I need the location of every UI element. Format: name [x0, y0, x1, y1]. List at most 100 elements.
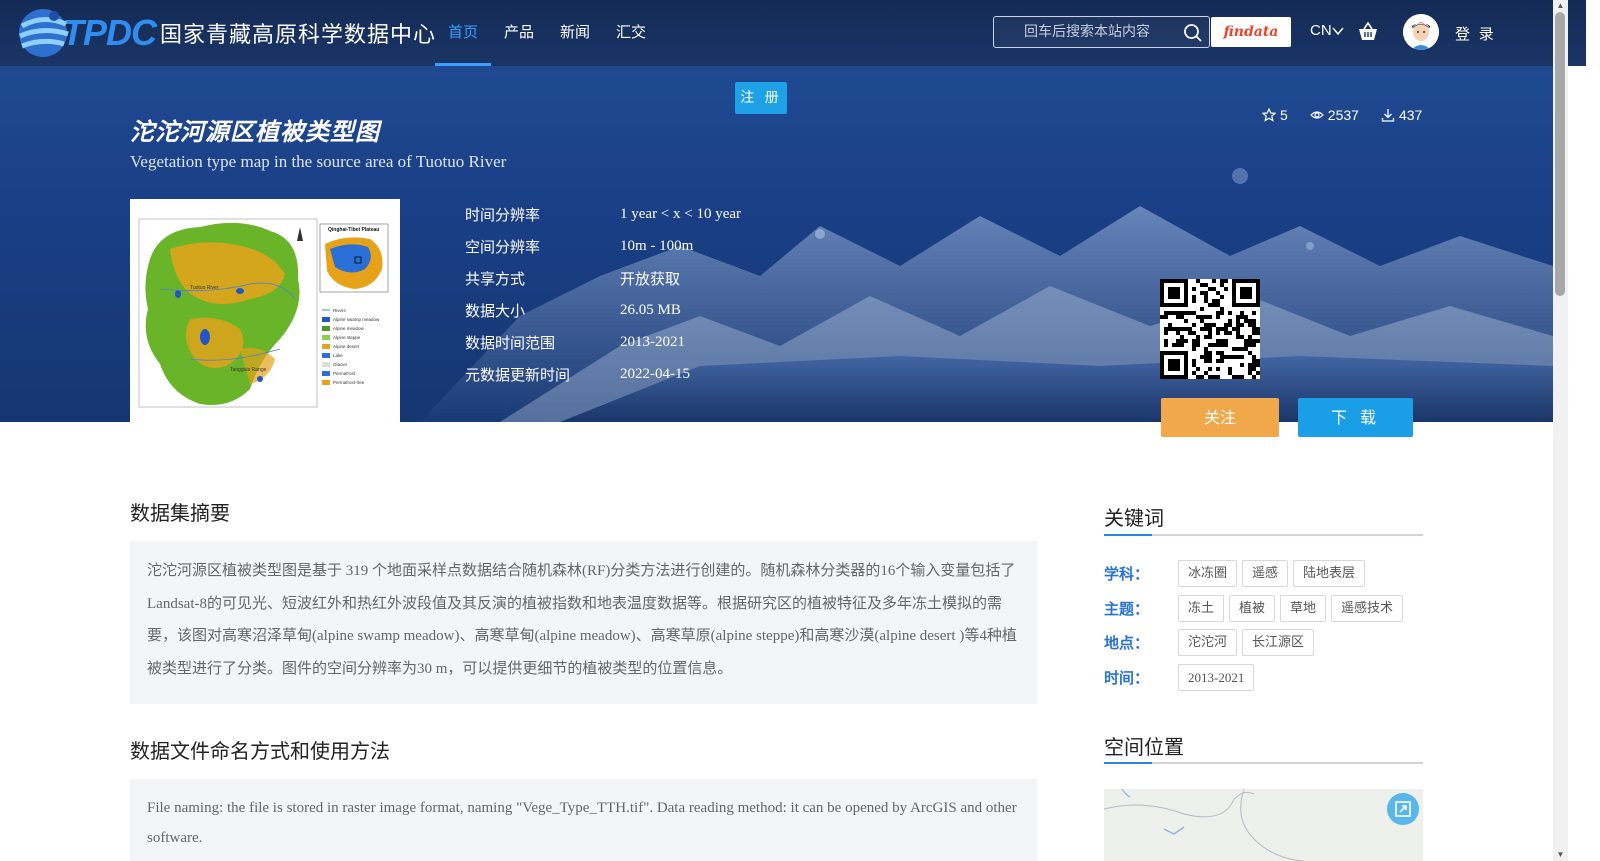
keyword-tags: 2013-2021	[1178, 664, 1255, 691]
keyword-tag[interactable]: 冰冻圈	[1178, 560, 1238, 587]
spatial-heading-text: 空间位置	[1104, 735, 1184, 759]
keyword-tags: 冻土 植被 草地 遥感技术	[1178, 595, 1404, 622]
scroll-up-arrow[interactable]: ▲	[1553, 0, 1568, 12]
main-nav: 首页 产品 新闻 汇交	[435, 0, 659, 66]
view-count-value: 2537	[1327, 107, 1359, 123]
legend-steppe: Alpine steppe	[333, 335, 361, 340]
download-count: 437	[1381, 107, 1422, 123]
nav-submit[interactable]: 汇交	[603, 0, 659, 66]
nav-news[interactable]: 新闻	[547, 0, 603, 66]
language-label: CN	[1310, 22, 1332, 39]
meta-value: 开放获取	[620, 271, 681, 288]
keyword-tag[interactable]: 草地	[1280, 595, 1327, 622]
download-icon	[1381, 109, 1395, 122]
heading-divider	[1104, 534, 1423, 536]
keyword-tag[interactable]: 沱沱河	[1178, 629, 1238, 656]
expand-map-button[interactable]	[1387, 793, 1419, 825]
meta-key: 时间分辨率	[465, 205, 541, 224]
follow-button[interactable]: 关注	[1161, 398, 1279, 437]
legend-permafrost-free: Permafrost-free	[333, 380, 365, 385]
star-count-value: 5	[1280, 107, 1288, 123]
abstract-text: 沱沱河源区植被类型图是基于 319 个地面采样点数据结合随机森林(RF)分类方法…	[147, 563, 1017, 677]
keyword-row-theme: 主题： 冻土 植被 草地 遥感技术	[1104, 595, 1404, 622]
findata-button[interactable]: findata	[1211, 17, 1291, 47]
site-logo[interactable]: TPDC 国家青藏高原科学数据中心	[14, 2, 436, 64]
nav-products[interactable]: 产品	[491, 0, 547, 66]
download-count-value: 437	[1398, 107, 1423, 123]
logo-name: 国家青藏高原科学数据中心	[160, 23, 437, 48]
dataset-meta: 时间分辨率 1 year < x < 10 year 空间分辨率 10m - 1…	[465, 198, 741, 390]
meta-row: 时间分辨率 1 year < x < 10 year	[465, 198, 741, 230]
search-box	[993, 16, 1210, 48]
keyword-label: 主题：	[1104, 600, 1150, 618]
scrollbar-thumb[interactable]	[1555, 12, 1565, 296]
meta-value: 2022-04-15	[620, 365, 690, 382]
dataset-title-en: Vegetation type map in the source area o…	[130, 152, 507, 171]
legend-permafrost: Permafrost	[333, 371, 356, 376]
expand-icon	[1395, 801, 1411, 817]
keyword-tags: 沱沱河 长江源区	[1178, 629, 1315, 656]
meta-row: 共享方式 开放获取	[465, 262, 741, 294]
keyword-tag[interactable]: 遥感技术	[1331, 595, 1404, 622]
naming-box: File naming: the file is stored in raste…	[130, 779, 1037, 861]
inset-title: Qinghai-Tibet Plateau	[328, 227, 379, 233]
search-icon[interactable]	[1183, 23, 1203, 43]
legend-glacier: Glacier	[333, 362, 348, 367]
keyword-tag[interactable]: 陆地表层	[1293, 560, 1366, 587]
chevron-down-icon	[1332, 27, 1344, 35]
meta-row: 数据大小 26.05 MB	[465, 294, 741, 326]
register-button[interactable]: 注 册	[735, 82, 787, 114]
meta-value: 10m - 100m	[620, 237, 694, 254]
user-avatar[interactable]	[1403, 14, 1439, 50]
star-icon	[1262, 108, 1276, 122]
logo-brand: TPDC	[62, 12, 157, 53]
dataset-thumbnail[interactable]: Tuotuo River Tanggula Range Qinghai-Tibe…	[130, 199, 400, 422]
cart-icon[interactable]	[1357, 22, 1379, 42]
keyword-tag[interactable]: 冻土	[1178, 595, 1225, 622]
nav-home[interactable]: 首页	[435, 0, 492, 66]
eye-icon	[1309, 111, 1324, 119]
keyword-tag[interactable]: 遥感	[1242, 560, 1289, 587]
heading-divider	[1104, 762, 1423, 764]
map-label-river: Tuotuo River	[190, 285, 219, 291]
keyword-row-place: 地点： 沱沱河 长江源区	[1104, 629, 1315, 656]
meta-value: 1 year < x < 10 year	[620, 205, 742, 222]
keyword-tag[interactable]: 长江源区	[1242, 629, 1315, 656]
keyword-tag[interactable]: 2013-2021	[1178, 664, 1255, 691]
legend-lake: Lake	[333, 353, 343, 358]
abstract-heading: 数据集摘要	[130, 501, 230, 525]
map-label-range: Tanggula Range	[230, 367, 267, 373]
qr-code	[1160, 279, 1260, 379]
meta-key: 元数据更新时间	[465, 365, 571, 384]
dataset-hero: 注 册 沱沱河源区植被类型图 Vegetation type map in th…	[0, 66, 1553, 422]
keywords-heading-text: 关键词	[1104, 506, 1164, 530]
view-count: 2537	[1309, 107, 1359, 123]
abstract-box: 沱沱河源区植被类型图是基于 319 个地面采样点数据结合随机森林(RF)分类方法…	[130, 541, 1037, 704]
spatial-heading: 空间位置	[1104, 731, 1423, 764]
keyword-row-time: 时间： 2013-2021	[1104, 664, 1255, 691]
download-button[interactable]: 下 载	[1298, 398, 1413, 437]
meta-key: 空间分辨率	[465, 237, 541, 256]
legend-swamp-meadow: Alpine swamp meadow	[333, 317, 380, 322]
dataset-title-cn: 沱沱河源区植被类型图	[130, 118, 380, 146]
meta-row: 元数据更新时间 2022-04-15	[465, 358, 741, 390]
top-navbar: TPDC 国家青藏高原科学数据中心 首页 产品 新闻 汇交 findata CN	[0, 0, 1586, 66]
meta-key: 共享方式	[465, 269, 526, 288]
star-count[interactable]: 5	[1262, 107, 1288, 123]
keyword-row-discipline: 学科： 冰冻圈 遥感 陆地表层	[1104, 560, 1366, 587]
login-link[interactable]: 登 录	[1455, 23, 1496, 44]
legend-desert: Alpine desert	[333, 344, 360, 349]
meta-value: 26.05 MB	[620, 301, 681, 318]
keyword-tag[interactable]: 植被	[1229, 595, 1276, 622]
scroll-down-arrow[interactable]: ▼	[1553, 849, 1568, 861]
keyword-label: 时间：	[1104, 669, 1150, 687]
keyword-label: 学科：	[1104, 565, 1150, 583]
keywords-heading: 关键词	[1104, 502, 1423, 536]
spatial-map[interactable]	[1104, 789, 1423, 861]
language-selector[interactable]: CN	[1310, 22, 1344, 39]
legend-rivers: Rivers	[333, 308, 347, 313]
meta-key: 数据时间范围	[465, 333, 556, 352]
globe-logo-icon	[14, 4, 72, 62]
search-input[interactable]	[994, 17, 1174, 47]
naming-text: File naming: the file is stored in raste…	[147, 800, 1017, 846]
